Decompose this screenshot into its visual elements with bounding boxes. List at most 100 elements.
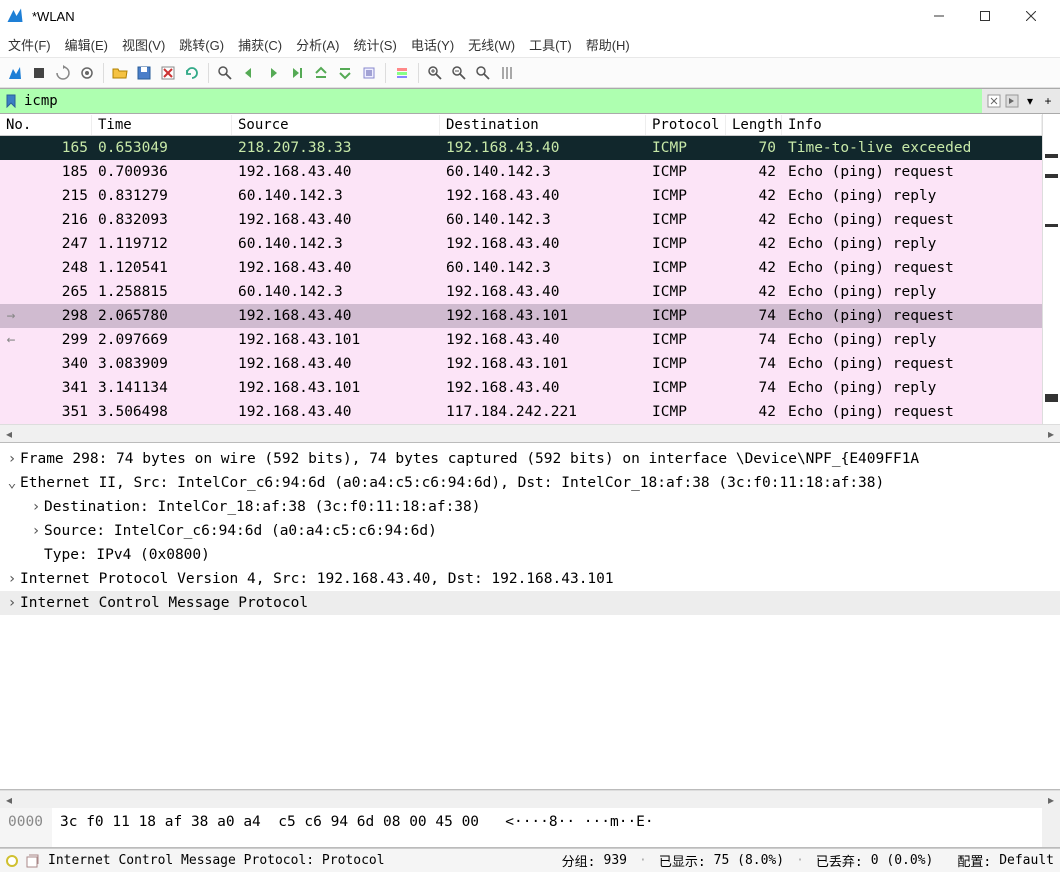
add-filter-icon[interactable]: + <box>1040 93 1056 109</box>
menu-go[interactable]: 跳转(G) <box>179 35 224 54</box>
tree-caret-icon[interactable]: › <box>4 591 20 615</box>
maximize-button[interactable] <box>962 0 1008 32</box>
menu-capture[interactable]: 捕获(C) <box>238 35 282 54</box>
status-displayed-label: 已显示: <box>659 851 706 870</box>
first-packet-icon[interactable] <box>310 62 332 84</box>
clear-filter-icon[interactable] <box>986 93 1002 109</box>
menu-statistics[interactable]: 统计(S) <box>353 35 396 54</box>
detail-text: Ethernet II, Src: IntelCor_c6:94:6d (a0:… <box>20 471 884 495</box>
zoom-reset-icon[interactable] <box>472 62 494 84</box>
menu-analyze[interactable]: 分析(A) <box>296 35 339 54</box>
menu-tools[interactable]: 工具(T) <box>529 35 572 54</box>
detail-row[interactable]: ›Destination: IntelCor_18:af:38 (3c:f0:1… <box>0 495 1060 519</box>
go-back-icon[interactable] <box>238 62 260 84</box>
detail-text: Internet Protocol Version 4, Src: 192.16… <box>20 567 614 591</box>
filter-dropdown-icon[interactable]: ▾ <box>1022 93 1038 109</box>
detail-row[interactable]: ›Source: IntelCor_c6:94:6d (a0:a4:c5:c6:… <box>0 519 1060 543</box>
menu-file[interactable]: 文件(F) <box>8 35 51 54</box>
status-displayed-value: 75 (8.0%) <box>714 853 784 868</box>
go-forward-icon[interactable] <box>262 62 284 84</box>
packet-list-header: No. Time Source Destination Protocol Len… <box>0 114 1042 136</box>
detail-row[interactable]: ›Internet Control Message Protocol <box>0 591 1060 615</box>
detail-row[interactable]: ›Frame 298: 74 bytes on wire (592 bits),… <box>0 447 1060 471</box>
apply-filter-icon[interactable] <box>1004 93 1020 109</box>
col-protocol[interactable]: Protocol <box>646 115 726 135</box>
close-button[interactable] <box>1008 0 1054 32</box>
auto-scroll-icon[interactable] <box>358 62 380 84</box>
title-bar: *WLAN <box>0 0 1060 32</box>
go-to-packet-icon[interactable] <box>286 62 308 84</box>
packet-list-pane: No. Time Source Destination Protocol Len… <box>0 114 1060 443</box>
zoom-out-icon[interactable] <box>448 62 470 84</box>
packet-row[interactable]: 2651.25881560.140.142.3192.168.43.40ICMP… <box>0 280 1042 304</box>
tree-caret-icon[interactable]: › <box>28 519 44 543</box>
wireshark-icon <box>6 7 24 25</box>
packet-row[interactable]: 3403.083909192.168.43.40192.168.43.101IC… <box>0 352 1042 376</box>
packet-details-pane[interactable]: ›Frame 298: 74 bytes on wire (592 bits),… <box>0 443 1060 790</box>
col-destination[interactable]: Destination <box>440 115 646 135</box>
packet-row[interactable]: 2160.832093192.168.43.4060.140.142.3ICMP… <box>0 208 1042 232</box>
tree-caret-icon[interactable]: › <box>4 567 20 591</box>
menu-telephony[interactable]: 电话(Y) <box>411 35 454 54</box>
detail-text: Source: IntelCor_c6:94:6d (a0:a4:c5:c6:9… <box>44 519 437 543</box>
bookmark-icon[interactable] <box>0 94 22 108</box>
menu-edit[interactable]: 编辑(E) <box>65 35 108 54</box>
packet-row[interactable]: 3513.506498192.168.43.40117.184.242.221I… <box>0 400 1042 424</box>
stop-capture-icon[interactable] <box>28 62 50 84</box>
hex-bytes: 3c f0 11 18 af 38 a0 a4 c5 c6 94 6d 08 0… <box>52 808 1042 847</box>
menu-view[interactable]: 视图(V) <box>122 35 165 54</box>
packet-row[interactable]: 3413.141134192.168.43.101192.168.43.40IC… <box>0 376 1042 400</box>
hex-vscroll[interactable] <box>1042 808 1060 847</box>
reload-icon[interactable] <box>181 62 203 84</box>
col-time[interactable]: Time <box>92 115 232 135</box>
col-length[interactable]: Length <box>726 115 782 135</box>
packet-row[interactable]: 1650.653049218.207.38.33192.168.43.40ICM… <box>0 136 1042 160</box>
packet-list-hscroll[interactable]: ◂▸ <box>0 424 1060 442</box>
resize-columns-icon[interactable] <box>496 62 518 84</box>
col-info[interactable]: Info <box>782 115 1042 135</box>
row-arrow-icon: ← <box>0 332 22 348</box>
menu-help[interactable]: 帮助(H) <box>586 35 630 54</box>
packet-minimap[interactable] <box>1042 114 1060 424</box>
packet-list-body[interactable]: 1650.653049218.207.38.33192.168.43.40ICM… <box>0 136 1042 424</box>
packet-row[interactable]: 1850.700936192.168.43.4060.140.142.3ICMP… <box>0 160 1042 184</box>
zoom-in-icon[interactable] <box>424 62 446 84</box>
hex-pane[interactable]: 0000 3c f0 11 18 af 38 a0 a4 c5 c6 94 6d… <box>0 808 1060 848</box>
tree-caret-icon[interactable]: › <box>28 495 44 519</box>
detail-row[interactable]: ›Internet Protocol Version 4, Src: 192.1… <box>0 567 1060 591</box>
packet-row[interactable]: →2982.065780192.168.43.40192.168.43.101I… <box>0 304 1042 328</box>
details-hscroll[interactable]: ◂▸ <box>0 790 1060 808</box>
find-icon[interactable] <box>214 62 236 84</box>
status-profile-value: Default <box>999 853 1054 868</box>
status-packets-label: 分组: <box>562 851 596 870</box>
packet-row[interactable]: 2150.83127960.140.142.3192.168.43.40ICMP… <box>0 184 1042 208</box>
detail-row[interactable]: Type: IPv4 (0x0800) <box>0 543 1060 567</box>
start-capture-icon[interactable] <box>4 62 26 84</box>
col-source[interactable]: Source <box>232 115 440 135</box>
toolbar <box>0 58 1060 88</box>
close-file-icon[interactable] <box>157 62 179 84</box>
expert-info-icon[interactable] <box>6 855 18 867</box>
menu-bar: 文件(F) 编辑(E) 视图(V) 跳转(G) 捕获(C) 分析(A) 统计(S… <box>0 32 1060 58</box>
tree-caret-icon[interactable]: › <box>4 447 20 471</box>
detail-row[interactable]: ⌄Ethernet II, Src: IntelCor_c6:94:6d (a0… <box>0 471 1060 495</box>
annotation-icon[interactable] <box>26 854 40 868</box>
minimize-button[interactable] <box>916 0 962 32</box>
packet-row[interactable]: 2481.120541192.168.43.4060.140.142.3ICMP… <box>0 256 1042 280</box>
display-filter-input[interactable] <box>22 91 982 111</box>
status-dropped-value: 0 (0.0%) <box>871 853 934 868</box>
capture-options-icon[interactable] <box>76 62 98 84</box>
restart-capture-icon[interactable] <box>52 62 74 84</box>
last-packet-icon[interactable] <box>334 62 356 84</box>
packet-row[interactable]: 2471.11971260.140.142.3192.168.43.40ICMP… <box>0 232 1042 256</box>
menu-wireless[interactable]: 无线(W) <box>468 35 515 54</box>
open-file-icon[interactable] <box>109 62 131 84</box>
detail-text: Frame 298: 74 bytes on wire (592 bits), … <box>20 447 919 471</box>
status-dropped-label: 已丢弃: <box>816 851 863 870</box>
save-file-icon[interactable] <box>133 62 155 84</box>
packet-row[interactable]: ←2992.097669192.168.43.101192.168.43.40I… <box>0 328 1042 352</box>
window-title: *WLAN <box>32 9 916 24</box>
col-no[interactable]: No. <box>0 115 92 135</box>
tree-caret-icon[interactable]: ⌄ <box>4 471 20 495</box>
colorize-icon[interactable] <box>391 62 413 84</box>
